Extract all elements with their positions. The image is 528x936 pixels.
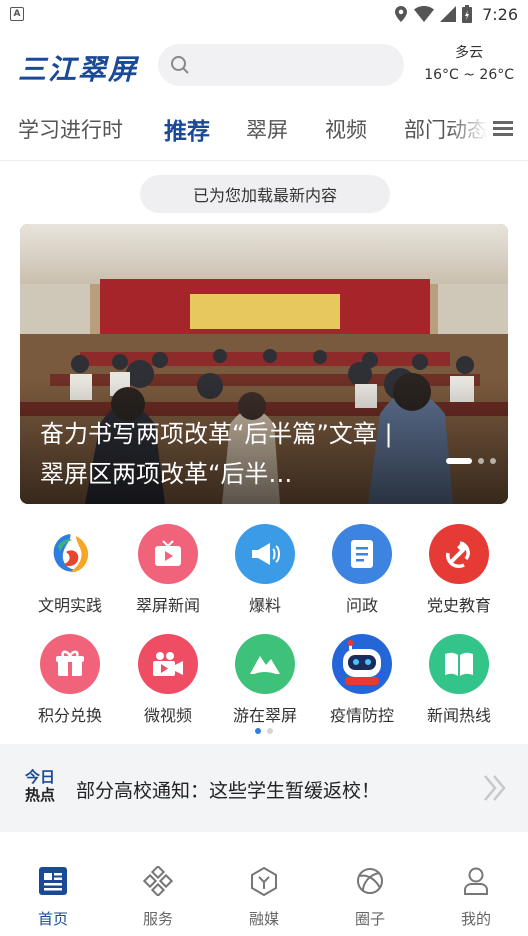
shortcut-news-hotline[interactable]: 新闻热线	[410, 634, 508, 726]
carousel-caption[interactable]: 奋力书写两项改革“后半篇”文章 | 翠屏区两项改革“后半…	[40, 414, 408, 494]
home-news-icon	[39, 867, 67, 895]
tab-recommend[interactable]: 推荐	[164, 112, 210, 146]
shortcut-label: 游在翠屏	[232, 706, 297, 725]
location-icon	[395, 6, 408, 22]
nav-home[interactable]: 首页	[13, 866, 93, 929]
today-hot-topic[interactable]: 今日 热点 部分高校通知：这些学生暂缓返校！	[0, 744, 528, 832]
party-emblem-icon	[429, 524, 489, 584]
clock: 7:26	[482, 4, 518, 24]
nav-circle[interactable]: 圈子	[330, 866, 410, 929]
shortcut-party-history[interactable]: 党史教育	[410, 524, 508, 616]
wifi-icon	[414, 6, 435, 22]
weather-widget[interactable]: 多云 16°C ~ 26°C	[424, 42, 514, 86]
video-camera-icon	[138, 634, 198, 694]
swirl-logo-icon	[40, 524, 100, 584]
hot-topic-badge: 今日 热点	[24, 768, 55, 804]
nav-mine[interactable]: 我的	[436, 866, 516, 929]
weather-temperature: 16°C ~ 26°C	[424, 67, 514, 83]
shortcut-travel-cuiping[interactable]: 游在翠屏	[216, 634, 314, 726]
grid-page-indicator	[0, 728, 528, 734]
search-icon	[171, 56, 189, 74]
service-grid-icon	[142, 864, 174, 898]
gift-icon	[40, 634, 100, 694]
shortcut-label: 党史教育	[426, 596, 491, 615]
carousel-dot	[478, 458, 484, 464]
shortcut-label: 疫情防控	[329, 706, 394, 725]
channel-menu-icon[interactable]	[488, 118, 518, 142]
tv-icon	[138, 524, 198, 584]
carousel-dot	[490, 458, 496, 464]
mountain-icon	[235, 634, 295, 694]
document-icon	[332, 524, 392, 584]
nav-media[interactable]: 融媒	[224, 866, 304, 929]
shortcut-label: 微视频	[143, 706, 192, 725]
refresh-toast: 已为您加载最新内容	[140, 175, 390, 213]
megaphone-icon	[235, 524, 295, 584]
tab-cuiping[interactable]: 翠屏	[246, 114, 288, 144]
app-logo: 三江翠屏	[18, 53, 139, 86]
circle-community-icon	[357, 868, 383, 894]
carousel-dot	[446, 458, 472, 464]
shortcut-label: 积分兑换	[37, 706, 102, 725]
weather-condition: 多云	[455, 45, 484, 61]
hot-topic-headline[interactable]: 部分高校通知：这些学生暂缓返校！	[76, 776, 380, 803]
shortcut-label: 文明实践	[37, 596, 102, 615]
channel-tabs: 学习进行时 推荐 翠屏 视频 部门动态	[0, 104, 528, 154]
shortcut-label: 问政	[345, 596, 378, 615]
page-dot	[255, 728, 261, 734]
shortcut-points-exchange[interactable]: 积分兑换	[21, 634, 119, 726]
carousel-indicator	[446, 458, 496, 464]
nav-service[interactable]: 服务	[118, 864, 198, 929]
book-icon	[429, 634, 489, 694]
tab-video[interactable]: 视频	[325, 114, 367, 144]
double-chevron-right-icon[interactable]	[482, 774, 508, 802]
app-notification-icon: A	[10, 7, 24, 21]
app-header: 三江翠屏 多云 16°C ~ 26°C	[0, 34, 528, 94]
shortcut-label: 新闻热线	[426, 706, 491, 725]
signal-icon	[440, 6, 457, 22]
shortcut-civilization-practice[interactable]: 文明实践	[21, 524, 119, 616]
bottom-navigation: 首页 服务 融媒 圈子 我的	[0, 852, 528, 936]
shortcut-epidemic-control[interactable]: 疫情防控	[313, 634, 411, 726]
search-input[interactable]	[158, 44, 404, 86]
battery-icon	[462, 5, 473, 23]
shortcut-label: 翠屏新闻	[135, 596, 200, 615]
status-bar: A 7:26	[0, 0, 528, 28]
news-carousel[interactable]: 奋力书写两项改革“后半篇”文章 | 翠屏区两项改革“后半…	[20, 224, 508, 504]
shortcut-micro-video[interactable]: 微视频	[119, 634, 217, 726]
shortcut-label: 爆料	[248, 596, 281, 615]
hexagon-media-icon	[251, 866, 277, 897]
shortcut-report-tip[interactable]: 爆料	[216, 524, 314, 616]
tab-study[interactable]: 学习进行时	[18, 114, 123, 144]
shortcut-cuiping-news[interactable]: 翠屏新闻	[119, 524, 217, 616]
divider	[0, 160, 528, 161]
user-icon	[464, 867, 488, 895]
page-dot	[267, 728, 273, 734]
robot-icon	[332, 634, 392, 694]
shortcut-government-inquiry[interactable]: 问政	[313, 524, 411, 616]
